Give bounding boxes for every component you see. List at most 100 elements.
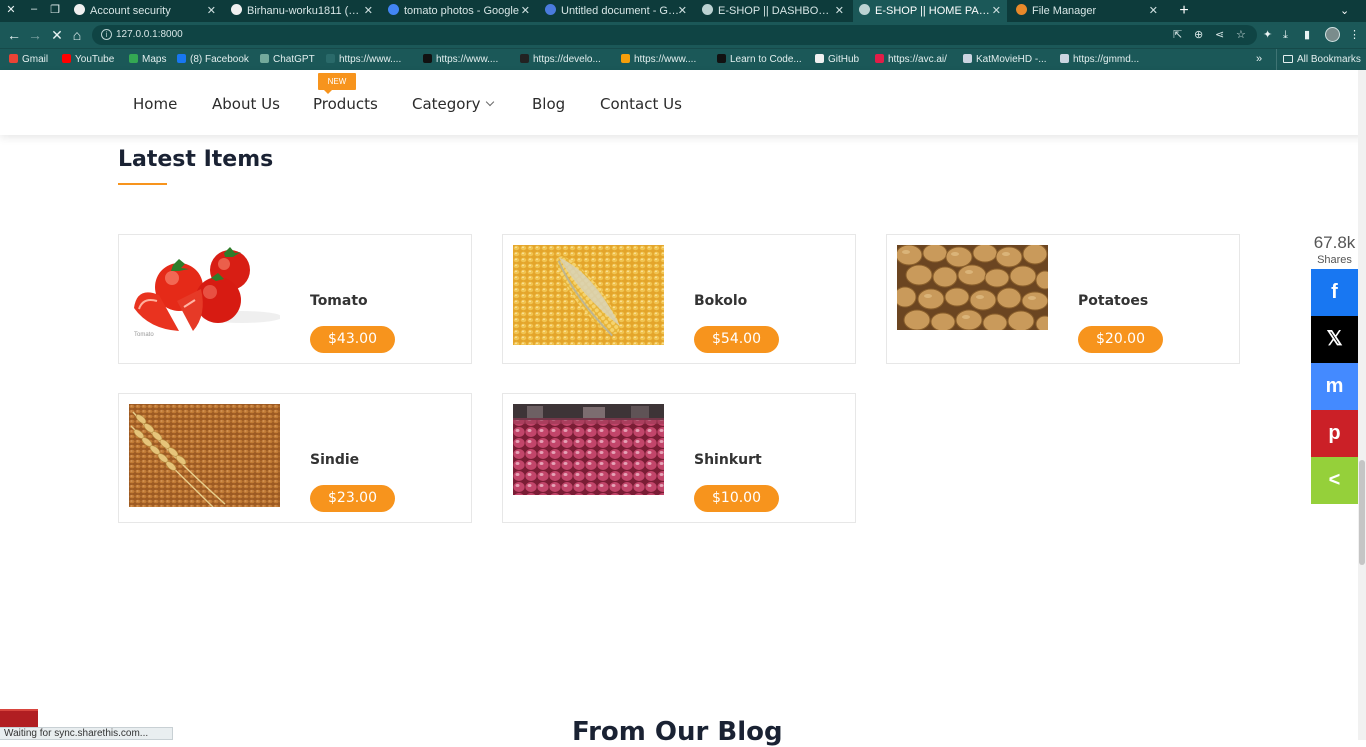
folder-icon: [1283, 55, 1293, 63]
browser-tab-strip: ✕ – ❐ Account security ✕ Birhanu-worku1811…: [0, 0, 1366, 22]
pinterest-share-button[interactable]: p: [1311, 410, 1358, 457]
bookmark-item[interactable]: (8) Facebook: [177, 49, 249, 70]
x-icon: 𝕏: [1326, 328, 1343, 350]
tab-close-icon[interactable]: ✕: [835, 0, 844, 22]
tab-close-icon[interactable]: ✕: [364, 0, 373, 22]
nav-about-us[interactable]: About Us: [212, 95, 280, 113]
tab-title: Account security: [90, 5, 171, 17]
browser-menu-icon[interactable]: ⋮: [1349, 28, 1360, 42]
wheat-image[interactable]: [129, 404, 280, 507]
bookmark-item[interactable]: Learn to Code...: [717, 49, 802, 70]
stop-loading-button[interactable]: ✕: [47, 25, 67, 45]
price-badge[interactable]: $54.00: [694, 326, 779, 353]
bookmark-item[interactable]: Maps: [129, 49, 166, 70]
nav-contact-us[interactable]: Contact Us: [600, 95, 682, 113]
product-name[interactable]: Sindie: [310, 452, 359, 468]
onions-image[interactable]: [513, 404, 664, 495]
browser-tab[interactable]: tomato photos - Google ✕: [382, 0, 536, 22]
bookmark-item[interactable]: https://www....: [621, 49, 696, 70]
browser-tab[interactable]: E-SHOP || HOME PAGE ✕: [853, 0, 1007, 22]
title-underline: [118, 183, 167, 185]
price-badge[interactable]: $23.00: [310, 485, 395, 512]
browser-tab[interactable]: E-SHOP || DASHBOARD ✕: [696, 0, 850, 22]
product-name[interactable]: Shinkurt: [694, 452, 762, 468]
product-card-shinkurt[interactable]: Shinkurt $10.00: [502, 393, 856, 523]
tab-close-icon[interactable]: ✕: [992, 0, 1001, 22]
forward-button[interactable]: →: [25, 25, 45, 45]
product-name[interactable]: Potatoes: [1078, 293, 1148, 309]
bookmark-label: https://www....: [634, 54, 697, 65]
bookmark-label: Learn to Code...: [730, 54, 802, 65]
messenger-share-button[interactable]: m: [1311, 363, 1358, 410]
tab-close-icon[interactable]: ✕: [521, 0, 530, 22]
bookmarks-overflow-icon[interactable]: »: [1256, 49, 1262, 70]
browser-tab[interactable]: Untitled document - Goo ✕: [539, 0, 693, 22]
site-info-icon[interactable]: i: [101, 29, 112, 40]
bookmarks-bar: Gmail YouTube Maps (8) Facebook ChatGPT https…: [0, 48, 1366, 70]
nav-products[interactable]: Products: [313, 95, 378, 113]
extensions-icon[interactable]: ✦: [1263, 28, 1272, 42]
bookmark-item[interactable]: KatMovieHD -...: [963, 49, 1047, 70]
bookmark-label: https://www....: [339, 54, 402, 65]
tomato-image[interactable]: Tomato: [129, 245, 280, 338]
address-bar[interactable]: i 127.0.0.1:8000 ⇱ ⊕ ⋖ ☆: [92, 25, 1257, 45]
x-share-button[interactable]: 𝕏: [1311, 316, 1358, 363]
tab-search-chevron-icon[interactable]: ⌄: [1340, 0, 1349, 22]
bookmark-item[interactable]: YouTube: [62, 49, 114, 70]
tab-close-icon[interactable]: ✕: [207, 0, 216, 22]
price-badge[interactable]: $20.00: [1078, 326, 1163, 353]
bookmark-item[interactable]: Gmail: [9, 49, 48, 70]
bookmark-item[interactable]: https://gmmd...: [1060, 49, 1139, 70]
corn-image[interactable]: [513, 245, 664, 345]
bookmark-star-icon[interactable]: ☆: [1236, 28, 1246, 42]
price-badge[interactable]: $43.00: [310, 326, 395, 353]
install-app-icon[interactable]: ⇱: [1173, 28, 1182, 42]
restore-icon[interactable]: ❐: [47, 3, 63, 16]
bookmark-label: https://www....: [436, 54, 499, 65]
browser-tab[interactable]: File Manager ✕: [1010, 0, 1164, 22]
potatoes-image[interactable]: [897, 245, 1048, 330]
price-badge[interactable]: $10.00: [694, 485, 779, 512]
bookmark-item[interactable]: ChatGPT: [260, 49, 315, 70]
bookmark-item[interactable]: GitHub: [815, 49, 859, 70]
facebook-share-button[interactable]: f: [1311, 269, 1358, 316]
page-scrollbar-track[interactable]: [1358, 70, 1366, 740]
bookmark-favicon-icon: [621, 54, 630, 63]
browser-tab[interactable]: Account security ✕: [68, 0, 222, 22]
bookmark-item[interactable]: https://www....: [423, 49, 498, 70]
product-card-sindie[interactable]: Sindie $23.00: [118, 393, 472, 523]
side-panel-icon[interactable]: ▮: [1304, 28, 1310, 42]
sharethis-share-button[interactable]: <: [1311, 457, 1358, 504]
nav-home[interactable]: Home: [133, 95, 177, 113]
tab-title: E-SHOP || DASHBOARD: [718, 5, 836, 17]
new-tab-button[interactable]: +: [1177, 0, 1191, 22]
zoom-icon[interactable]: ⊕: [1194, 28, 1203, 42]
corner-widget[interactable]: [0, 709, 38, 727]
tab-favicon-icon: [702, 4, 713, 15]
product-card-bokolo[interactable]: Bokolo $54.00: [502, 234, 856, 364]
bookmark-favicon-icon: [875, 54, 884, 63]
product-card-potatoes[interactable]: Potatoes $20.00: [886, 234, 1240, 364]
nav-blog[interactable]: Blog: [532, 95, 565, 113]
product-name[interactable]: Bokolo: [694, 293, 747, 309]
blog-section-title: From Our Blog: [572, 717, 783, 747]
page-scrollbar-thumb[interactable]: [1359, 460, 1365, 565]
downloads-icon[interactable]: ⤓: [1283, 28, 1288, 42]
back-button[interactable]: ←: [4, 25, 24, 45]
bookmark-item[interactable]: https://avc.ai/: [875, 49, 947, 70]
bookmark-item[interactable]: https://www....: [326, 49, 401, 70]
bookmark-favicon-icon: [9, 54, 18, 63]
close-window-icon[interactable]: ✕: [3, 3, 19, 16]
bookmark-item[interactable]: https://develo...: [520, 49, 601, 70]
home-button[interactable]: ⌂: [67, 25, 87, 45]
nav-category[interactable]: Category: [412, 95, 494, 113]
tab-close-icon[interactable]: ✕: [678, 0, 687, 22]
product-name[interactable]: Tomato: [310, 293, 368, 309]
browser-tab[interactable]: Birhanu-worku1811 (Birh ✕: [225, 0, 379, 22]
minimize-icon[interactable]: –: [26, 3, 42, 15]
tab-close-icon[interactable]: ✕: [1149, 0, 1158, 22]
all-bookmarks-button[interactable]: All Bookmarks: [1276, 49, 1361, 70]
product-card-tomato[interactable]: Tomato Tomato $43.00: [118, 234, 472, 364]
share-icon[interactable]: ⋖: [1215, 28, 1224, 42]
profile-avatar[interactable]: [1325, 27, 1340, 42]
